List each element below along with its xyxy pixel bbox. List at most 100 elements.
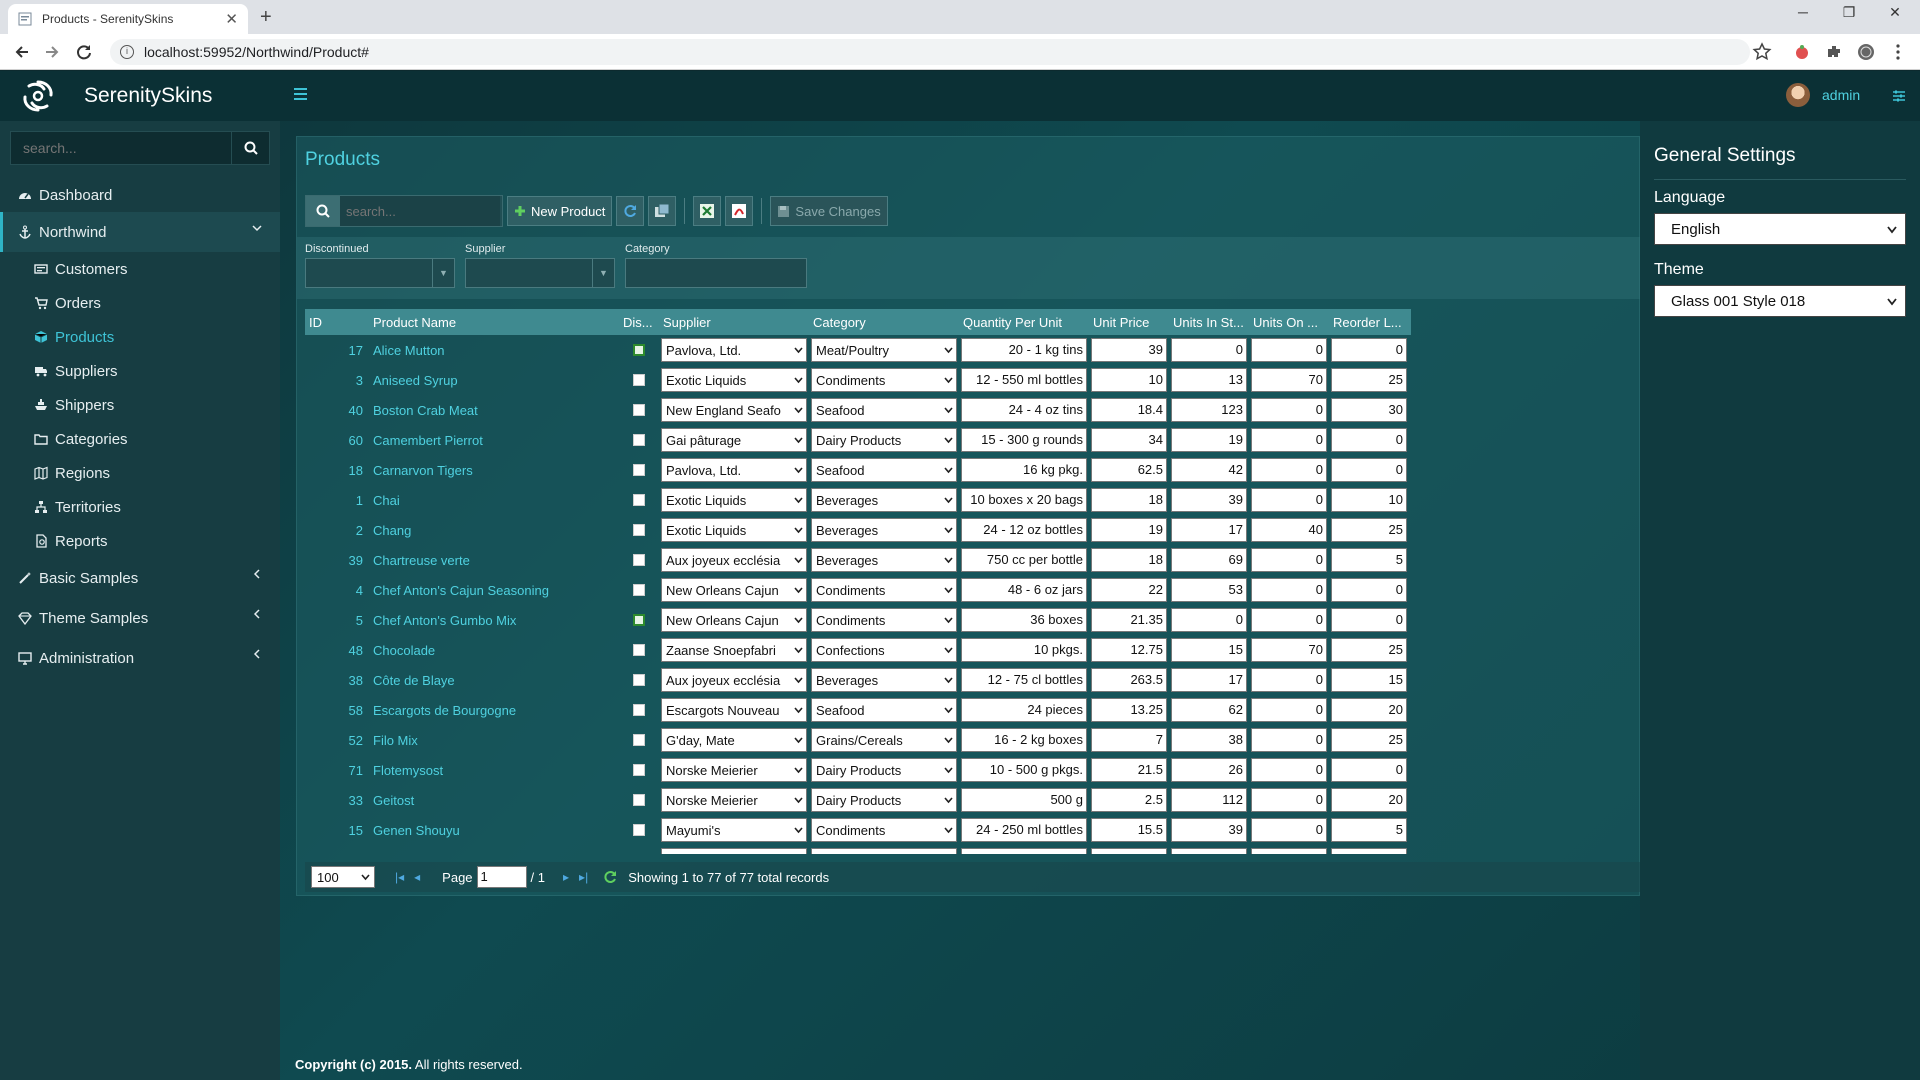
category-select[interactable]: Meat/Poultry [811,338,957,362]
quantity-input[interactable]: 20 - 1 kg tins [961,338,1087,362]
units-on-order-input[interactable]: 0 [1251,788,1327,812]
sidebar-item-categories[interactable]: Categories [0,422,280,456]
category-select[interactable]: Seafood [811,698,957,722]
product-name-link[interactable]: Gnocchi di nonna Alice [369,853,619,855]
column-header-discontinued[interactable]: Dis... [619,315,659,330]
reorder-level-input[interactable]: 0 [1331,458,1407,482]
units-in-stock-input[interactable]: 62 [1171,698,1247,722]
sidebar-item-basic-samples[interactable]: Basic Samples [0,558,280,598]
grid-search-input[interactable] [340,196,500,226]
extension-icon[interactable] [1792,42,1812,62]
category-select[interactable]: Seafood [811,458,957,482]
quantity-input[interactable]: 10 pkgs. [961,638,1087,662]
reorder-level-input[interactable]: 25 [1331,518,1407,542]
column-header-supplier[interactable]: Supplier [659,315,809,330]
units-in-stock-input[interactable]: 13 [1171,368,1247,392]
units-on-order-input[interactable]: 70 [1251,638,1327,662]
unit-price-input[interactable]: 7 [1091,728,1167,752]
supplier-select[interactable]: New England Seafo [661,398,807,422]
reorder-level-input[interactable]: 10 [1331,488,1407,512]
discontinued-checkbox[interactable] [633,614,645,626]
new-product-button[interactable]: New Product [507,196,613,226]
units-on-order-input[interactable]: 0 [1251,548,1327,572]
sidebar-item-dashboard[interactable]: Dashboard [0,178,280,212]
reorder-level-input[interactable]: 15 [1331,668,1407,692]
puzzle-extensions-icon[interactable] [1824,42,1844,62]
discontinued-checkbox[interactable] [633,344,645,356]
sidebar-item-reports[interactable]: Reports [0,524,280,558]
units-in-stock-input[interactable]: 39 [1171,818,1247,842]
units-on-order-input[interactable]: 0 [1251,668,1327,692]
search-button[interactable] [306,196,340,226]
unit-price-input[interactable]: 13.25 [1091,698,1167,722]
units-in-stock-input[interactable]: 21 [1171,848,1247,854]
supplier-select[interactable]: Aux joyeux ecclésia [661,548,807,572]
product-name-link[interactable]: Genen Shouyu [369,823,619,838]
quantity-input[interactable]: 24 pieces [961,698,1087,722]
reorder-level-input[interactable]: 25 [1331,728,1407,752]
quantity-input[interactable]: 12 - 550 ml bottles [961,368,1087,392]
category-select[interactable]: Beverages [811,518,957,542]
unit-price-input[interactable]: 21.35 [1091,608,1167,632]
product-name-link[interactable]: Escargots de Bourgogne [369,703,619,718]
product-name-link[interactable]: Boston Crab Meat [369,403,619,418]
column-header-id[interactable]: ID [305,315,369,330]
filter-category-input[interactable] [625,258,807,288]
close-window-button[interactable]: ✕ [1872,4,1918,21]
sidebar-item-administration[interactable]: Administration [0,638,280,678]
supplier-select[interactable]: Aux joyeux ecclésia [661,668,807,692]
units-on-order-input[interactable]: 10 [1251,848,1327,854]
forward-icon[interactable] [42,42,62,62]
discontinued-checkbox[interactable] [633,554,645,566]
last-page-icon[interactable]: ▸| [579,870,588,884]
avatar[interactable] [1786,83,1810,107]
units-on-order-input[interactable]: 0 [1251,698,1327,722]
quantity-input[interactable]: 24 - 250 g pkgs. [961,848,1087,854]
new-tab-button[interactable]: + [260,6,272,29]
sidebar-item-shippers[interactable]: Shippers [0,388,280,422]
product-name-link[interactable]: Filo Mix [369,733,619,748]
filter-discontinued-select[interactable]: ▼ [305,258,455,288]
reorder-level-input[interactable]: 30 [1331,398,1407,422]
unit-price-input[interactable]: 21.5 [1091,758,1167,782]
sidebar-item-products[interactable]: Products [0,320,280,354]
category-select[interactable]: Beverages [811,668,957,692]
user-name[interactable]: admin [1822,87,1860,103]
quantity-input[interactable]: 16 kg pkg. [961,458,1087,482]
save-changes-button[interactable]: Save Changes [770,196,888,226]
reload-grid-icon[interactable] [602,869,618,885]
restore-button[interactable]: ❐ [1826,4,1872,21]
supplier-select[interactable]: Exotic Liquids [661,368,807,392]
reorder-level-input[interactable]: 0 [1331,608,1407,632]
brand-logo[interactable]: SerenitySkins [0,71,280,121]
supplier-select[interactable]: Norske Meierier [661,788,807,812]
supplier-select[interactable]: Norske Meierier [661,758,807,782]
category-select[interactable]: Dairy Products [811,788,957,812]
supplier-select[interactable]: G'day, Mate [661,728,807,752]
units-in-stock-input[interactable]: 0 [1171,338,1247,362]
supplier-select[interactable]: Pavlova, Ltd. [661,338,807,362]
column-header-units-in-stock[interactable]: Units In St... [1169,315,1249,330]
quantity-input[interactable]: 24 - 4 oz tins [961,398,1087,422]
category-select[interactable]: Beverages [811,488,957,512]
category-select[interactable]: Beverages [811,548,957,572]
sidebar-item-northwind[interactable]: Northwind [0,212,280,252]
quantity-input[interactable]: 10 - 500 g pkgs. [961,758,1087,782]
filter-supplier-select[interactable]: ▼ [465,258,615,288]
discontinued-checkbox[interactable] [633,524,645,536]
quantity-input[interactable]: 24 - 250 ml bottles [961,818,1087,842]
product-name-link[interactable]: Chef Anton's Cajun Seasoning [369,583,619,598]
units-in-stock-input[interactable]: 39 [1171,488,1247,512]
unit-price-input[interactable]: 18 [1091,548,1167,572]
units-on-order-input[interactable]: 0 [1251,398,1327,422]
supplier-select[interactable]: Zaanse Snoepfabri [661,638,807,662]
units-on-order-input[interactable]: 0 [1251,428,1327,452]
quantity-input[interactable]: 48 - 6 oz jars [961,578,1087,602]
quantity-input[interactable]: 24 - 12 oz bottles [961,518,1087,542]
browser-tab[interactable]: Products - SerenitySkins ✕ [8,4,248,34]
site-info-icon[interactable]: i [120,45,134,59]
sidebar-search-button[interactable] [231,132,269,164]
quantity-input[interactable]: 16 - 2 kg boxes [961,728,1087,752]
sidebar-item-orders[interactable]: Orders [0,286,280,320]
unit-price-input[interactable]: 18 [1091,488,1167,512]
